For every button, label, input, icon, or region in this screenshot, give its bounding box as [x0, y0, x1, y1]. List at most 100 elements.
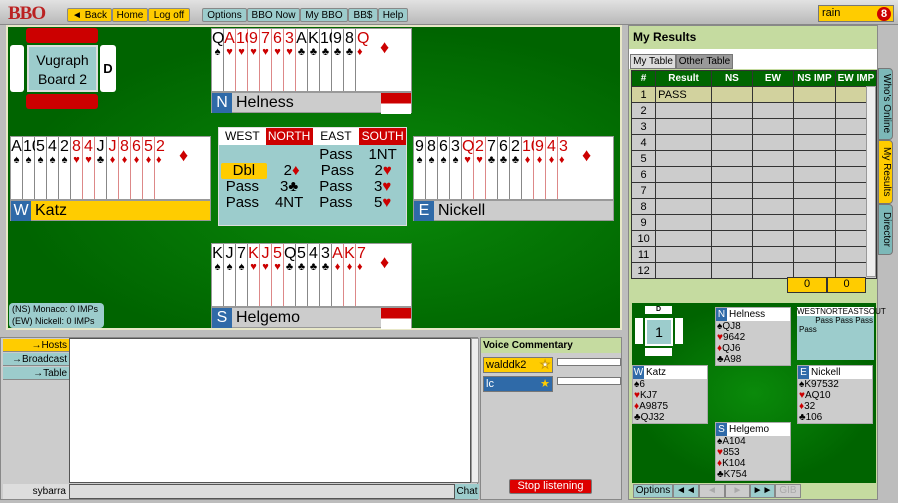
card-7s[interactable]: 7 ♠ — [236, 244, 248, 306]
result-row[interactable]: 3 — [630, 118, 878, 135]
card-8h[interactable]: 8 ♥ — [71, 137, 83, 199]
results-scrollbar[interactable] — [866, 86, 876, 277]
card-As[interactable]: A ♠ — [11, 137, 23, 199]
card-8s[interactable]: 8 ♠ — [426, 137, 438, 199]
player-name[interactable]: Helness — [232, 94, 382, 112]
chat-target-table[interactable]: →Table — [3, 367, 69, 380]
chat-input[interactable] — [69, 484, 455, 499]
card-10s[interactable]: 10 ♠ — [23, 137, 41, 199]
column-header[interactable]: NS — [710, 70, 753, 87]
card-7d[interactable]: 7 ♦ ♦ — [356, 244, 411, 306]
stop-listening-button[interactable]: Stop listening — [509, 479, 592, 494]
result-row[interactable]: 5 — [630, 150, 878, 167]
card-Js[interactable]: J ♠ — [224, 244, 236, 306]
card-8d[interactable]: 8 ♦ — [119, 137, 131, 199]
card-5s[interactable]: 5 ♠ — [35, 137, 47, 199]
result-row[interactable]: 7 — [630, 182, 878, 199]
result-row[interactable]: 4 — [630, 134, 878, 151]
card-9d[interactable]: 9 ♦ — [534, 137, 546, 199]
card-4d[interactable]: 4 ♦ — [546, 137, 558, 199]
card-4h[interactable]: 4 ♥ — [83, 137, 95, 199]
card-Jd[interactable]: J ♦ — [107, 137, 119, 199]
card-2c[interactable]: 2 ♣ — [510, 137, 522, 199]
card-2d[interactable]: 2 ♦ ♦ — [155, 137, 210, 199]
player-name[interactable]: Nickell — [434, 202, 613, 220]
card-3s[interactable]: 3 ♠ — [450, 137, 462, 199]
chat-target-broadcast[interactable]: →Broadcast — [3, 353, 69, 366]
card-Ks[interactable]: K ♠ — [212, 244, 224, 306]
chat-scrollbar[interactable] — [471, 338, 479, 483]
card-7h[interactable]: 7 ♥ — [260, 29, 272, 91]
tab-my-results[interactable]: My Results — [878, 140, 893, 204]
card-5d[interactable]: 5 ♦ — [143, 137, 155, 199]
notification-badge[interactable]: 8 — [877, 7, 891, 21]
result-row[interactable]: 9 — [630, 214, 878, 231]
column-header[interactable]: # — [630, 70, 657, 87]
home-button[interactable]: Home — [112, 8, 148, 22]
volume-slider[interactable] — [557, 358, 621, 366]
card-4c[interactable]: 4 ♣ — [308, 244, 320, 306]
card-Jh[interactable]: J ♥ — [260, 244, 272, 306]
result-row[interactable]: 8 — [630, 198, 878, 215]
column-header[interactable]: Result — [655, 70, 712, 87]
card-7c[interactable]: 7 ♣ — [486, 137, 498, 199]
tab-my-table[interactable]: My Table — [630, 54, 676, 69]
options-button[interactable]: Options — [202, 8, 247, 22]
card-Qc[interactable]: Q ♣ — [284, 244, 296, 306]
commentator-lc[interactable]: lc ★ — [483, 376, 553, 392]
column-header[interactable]: EW — [751, 70, 794, 87]
card-6s[interactable]: 6 ♠ — [438, 137, 450, 199]
star-icon[interactable]: ★ — [540, 377, 550, 392]
options-button-mini[interactable]: Options — [633, 484, 673, 498]
result-row[interactable]: 6 — [630, 166, 878, 183]
card-Ac[interactable]: A ♣ — [296, 29, 308, 91]
card-3c[interactable]: 3 ♣ — [320, 244, 332, 306]
gib-button[interactable]: GIB — [775, 484, 801, 498]
card-5h[interactable]: 5 ♥ — [272, 244, 284, 306]
user-account[interactable]: rain 8 — [818, 5, 894, 22]
card-9h[interactable]: 9 ♥ — [248, 29, 260, 91]
next-trick-button[interactable]: ► — [725, 484, 750, 498]
bb-dollars-button[interactable]: BB$ — [348, 8, 378, 22]
card-9s[interactable]: 9 ♠ — [414, 137, 426, 199]
result-row[interactable]: 1 PASS — [630, 86, 878, 103]
card-Kh[interactable]: K ♥ — [248, 244, 260, 306]
back-button[interactable]: ◄ Back — [67, 8, 112, 22]
card-Qd[interactable]: Q ♦ ♦ — [356, 29, 411, 91]
tab-other-table[interactable]: Other Table — [676, 54, 733, 69]
card-4s[interactable]: 4 ♠ — [47, 137, 59, 199]
player-name[interactable]: Helgemo — [232, 309, 382, 327]
result-row[interactable]: 2 — [630, 102, 878, 119]
card-Qh[interactable]: Q ♥ — [462, 137, 474, 199]
card-Kc[interactable]: K ♣ — [308, 29, 320, 91]
card-3d[interactable]: 3 ♦ ♦ — [558, 137, 613, 199]
card-2s[interactable]: 2 ♠ — [59, 137, 71, 199]
card-6d[interactable]: 6 ♦ — [131, 137, 143, 199]
my-bbo-button[interactable]: My BBO — [300, 8, 348, 22]
card-10h[interactable]: 10 ♥ — [236, 29, 254, 91]
card-10d[interactable]: 10 ♦ — [522, 137, 540, 199]
bbo-now-button[interactable]: BBO Now — [247, 8, 300, 22]
star-outline-icon[interactable]: ★ — [540, 358, 551, 373]
card-Qs[interactable]: Q ♠ — [212, 29, 224, 91]
column-header[interactable]: EW IMP — [834, 70, 878, 87]
card-6c[interactable]: 6 ♣ — [498, 137, 510, 199]
card-Ah[interactable]: A ♥ — [224, 29, 236, 91]
card-3h[interactable]: 3 ♥ — [284, 29, 296, 91]
first-trick-button[interactable]: ◄◄ — [673, 484, 699, 498]
result-row[interactable]: 10 — [630, 230, 878, 247]
last-trick-button[interactable]: ►► — [750, 484, 775, 498]
tab-whos-online[interactable]: Who's Online — [878, 68, 893, 140]
card-2h[interactable]: 2 ♥ — [474, 137, 486, 199]
card-10c[interactable]: 10 ♣ — [320, 29, 338, 91]
commentator-walddk2[interactable]: walddk2 ★ — [483, 357, 553, 373]
chat-target-hosts[interactable]: →Hosts — [3, 339, 69, 352]
column-header[interactable]: NS IMP — [792, 70, 836, 87]
tab-director[interactable]: Director — [878, 204, 893, 255]
logoff-button[interactable]: Log off — [148, 8, 190, 22]
prev-trick-button[interactable]: ◄ — [699, 484, 725, 498]
volume-slider[interactable] — [557, 377, 621, 385]
card-8c[interactable]: 8 ♣ — [344, 29, 356, 91]
card-Ad[interactable]: A ♦ — [332, 244, 344, 306]
player-name[interactable]: Katz — [31, 202, 210, 220]
